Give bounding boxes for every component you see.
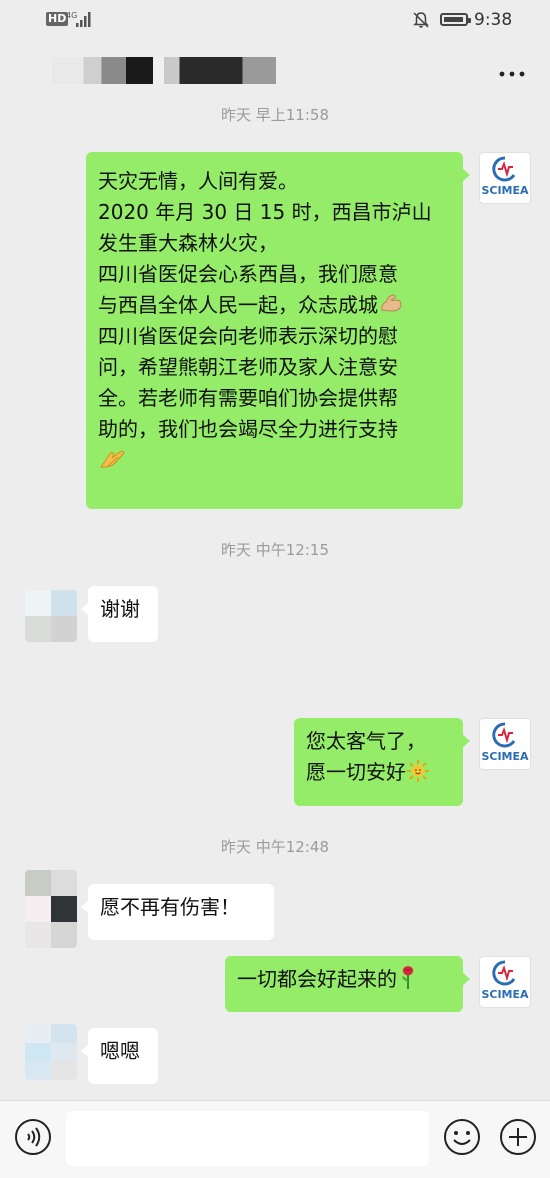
message-bubble-sent[interactable]: 您太客气了， 愿一切安好 xyxy=(294,718,470,806)
message-line: 愿一切安好 xyxy=(306,760,406,784)
emoji-icon[interactable] xyxy=(443,1118,481,1156)
message-text: 一切都会好起来的 xyxy=(237,967,397,991)
status-bar: HD 4G 9:38 xyxy=(0,0,550,42)
contact-avatar[interactable] xyxy=(25,1024,77,1080)
message-bubble-received[interactable]: 嗯嗯 xyxy=(81,1028,158,1084)
message-line: 四川省医促会心系西昌，我们愿意 xyxy=(98,262,398,286)
contact-avatar[interactable] xyxy=(25,870,77,948)
message-line: 问，希望熊朝江老师及家人注意安 xyxy=(98,355,398,379)
status-time: 9:38 xyxy=(474,10,513,30)
message-bubble-received[interactable]: 愿不再有伤害！ xyxy=(81,884,274,940)
network-type-label: 4G xyxy=(66,11,77,20)
voice-icon[interactable] xyxy=(14,1118,52,1156)
flexed-biceps-emoji xyxy=(381,294,402,312)
more-dots-icon[interactable] xyxy=(497,68,527,80)
chat-timestamp: 昨天 中午12:15 xyxy=(221,541,329,559)
sun-face-emoji xyxy=(407,760,429,782)
folded-hands-emoji xyxy=(100,450,125,468)
signal-icon: 4G xyxy=(66,11,91,27)
logo-text: SCIMEA xyxy=(481,988,529,1001)
message-bubble-sent[interactable]: 天灾无情，人间有爱。 2020 年月 30 日 15 时，西昌市泸山 发生重大森… xyxy=(86,152,470,509)
message-line: 2020 年月 30 日 15 时，西昌市泸山 xyxy=(98,200,432,224)
chat-title-bar xyxy=(0,42,550,100)
contact-avatar[interactable] xyxy=(25,590,77,642)
message-bubble-received[interactable]: 谢谢 xyxy=(81,586,158,642)
chat-timestamp: 昨天 早上11:58 xyxy=(221,106,329,124)
message-line: 发生重大森林火灾， xyxy=(98,231,278,255)
message-line: 四川省医促会向老师表示深切的慰 xyxy=(98,324,398,348)
message-line: 天灾无情，人间有爱。 xyxy=(98,169,298,193)
message-text: 愿不再有伤害！ xyxy=(100,895,240,919)
hd-badge: HD xyxy=(46,12,69,26)
scimea-logo: SCIMEA xyxy=(481,960,529,1001)
battery-icon xyxy=(440,13,471,26)
logo-text: SCIMEA xyxy=(481,184,529,197)
mute-bell-icon xyxy=(413,12,429,28)
rose-emoji xyxy=(402,966,414,989)
message-bubble-sent[interactable]: 一切都会好起来的 xyxy=(225,956,470,1012)
plus-icon[interactable] xyxy=(499,1118,537,1156)
message-line: 与西昌全体人民一起，众志成城 xyxy=(98,293,378,317)
scimea-logo: SCIMEA xyxy=(481,156,529,197)
input-bar xyxy=(0,1100,550,1178)
contact-name-redacted xyxy=(52,57,276,84)
message-text: 谢谢 xyxy=(100,597,140,621)
self-avatar[interactable]: SCIMEA xyxy=(479,152,531,204)
scimea-logo: SCIMEA xyxy=(481,722,529,763)
message-text: 嗯嗯 xyxy=(100,1039,140,1063)
self-avatar[interactable]: SCIMEA xyxy=(479,956,531,1008)
logo-text: SCIMEA xyxy=(481,750,529,763)
self-avatar[interactable]: SCIMEA xyxy=(479,718,531,770)
message-line: 全。若老师有需要咱们协会提供帮 xyxy=(98,386,398,410)
message-line: 助的，我们也会竭尽全力进行支持 xyxy=(98,417,398,441)
message-line: 您太客气了， xyxy=(306,729,426,753)
chat-timestamp: 昨天 中午12:48 xyxy=(221,838,329,856)
message-input[interactable] xyxy=(66,1111,429,1166)
